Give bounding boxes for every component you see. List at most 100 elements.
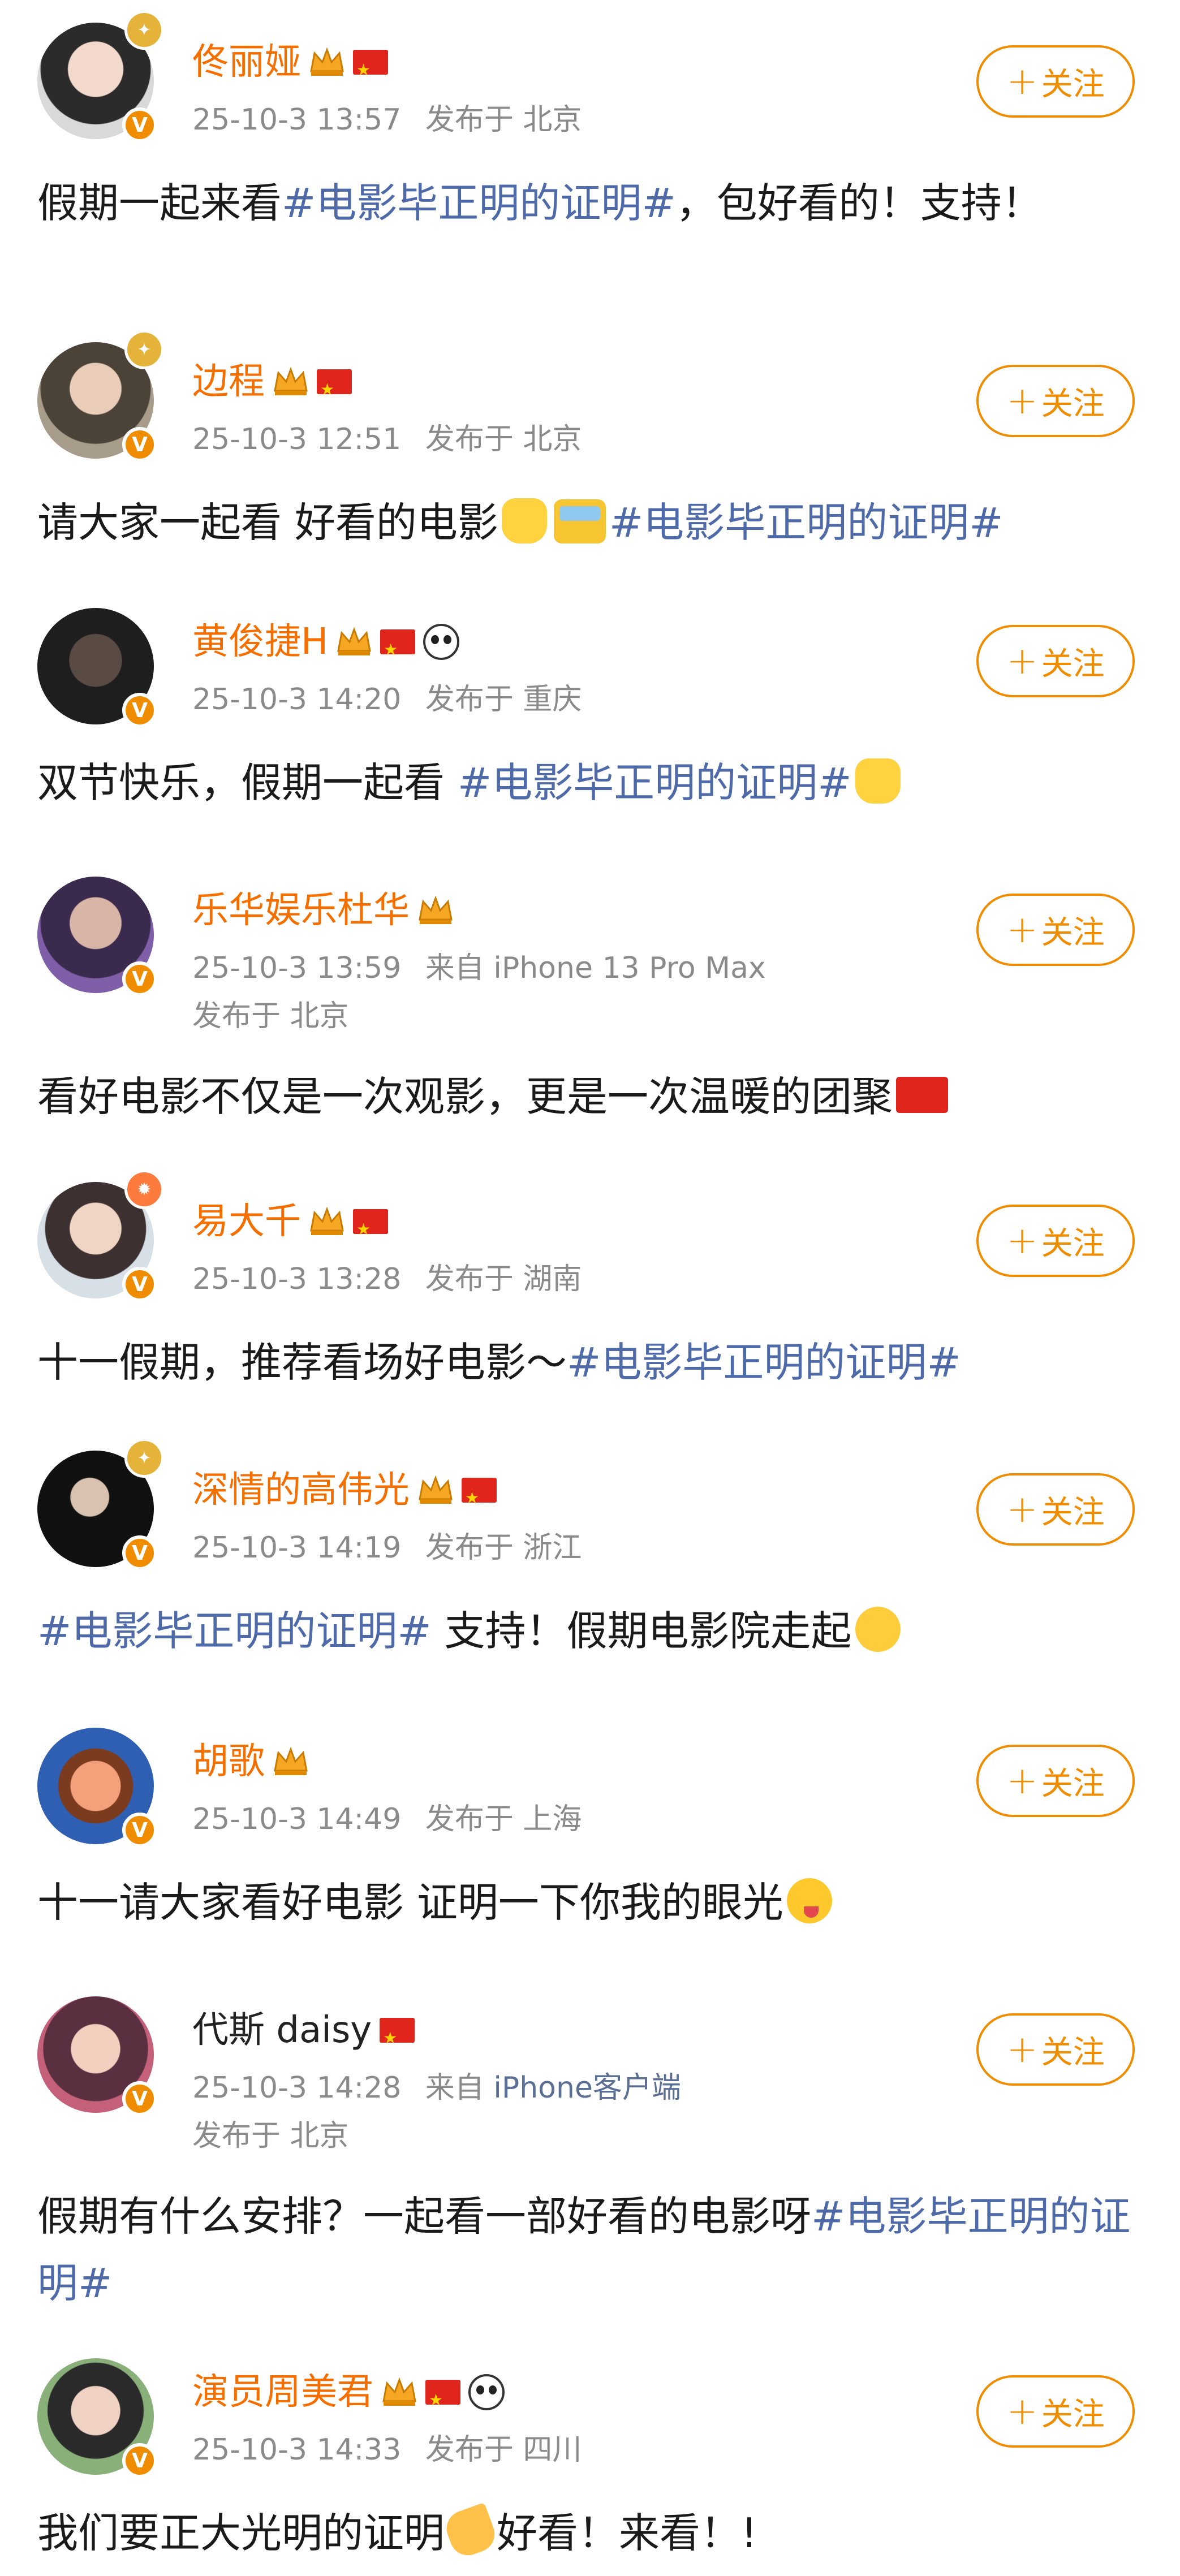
follow-button[interactable]: + 关注 bbox=[976, 1473, 1135, 1546]
post-location: 浙江 bbox=[523, 1531, 582, 1565]
topic-hashtag[interactable]: #电影毕正明的证明# bbox=[567, 1339, 961, 1386]
post-time: 25-10-3 14:20 bbox=[192, 683, 402, 717]
from-prefix: 来自 bbox=[425, 2071, 484, 2105]
username[interactable]: 易大千 bbox=[192, 1199, 301, 1244]
post-time: 25-10-3 13:57 bbox=[192, 103, 402, 137]
crown-icon bbox=[337, 627, 371, 655]
topic-hashtag[interactable]: #电影毕正明的证明# bbox=[458, 759, 852, 806]
username[interactable]: 黄俊捷H bbox=[192, 619, 328, 665]
avatar[interactable]: V bbox=[37, 2358, 157, 2478]
topic-hashtag[interactable]: #电影毕正明的证明# bbox=[609, 499, 1004, 546]
follow-button[interactable]: + 关注 bbox=[976, 45, 1135, 118]
published-prefix: 发布于 bbox=[425, 422, 514, 456]
avatar[interactable]: V bbox=[37, 1728, 157, 1848]
follow-button[interactable]: + 关注 bbox=[976, 2013, 1135, 2086]
post-location: 北京 bbox=[290, 2119, 349, 2153]
post-location: 重庆 bbox=[523, 683, 582, 717]
tongue-out-emoji-icon bbox=[786, 1878, 832, 1923]
username[interactable]: 深情的高伟光 bbox=[192, 1468, 410, 1513]
plus-icon: + bbox=[1006, 1219, 1038, 1262]
verified-icon: V bbox=[122, 693, 157, 728]
crown-icon bbox=[274, 1746, 308, 1775]
follow-button[interactable]: + 关注 bbox=[976, 894, 1135, 966]
plus-icon: + bbox=[1006, 1759, 1038, 1802]
follow-button[interactable]: + 关注 bbox=[976, 1205, 1135, 1277]
panda-icon bbox=[468, 2374, 505, 2410]
username[interactable]: 佟丽娅 bbox=[192, 40, 301, 85]
verified-icon: V bbox=[122, 107, 157, 143]
follow-label: 关注 bbox=[1041, 645, 1105, 683]
avatar[interactable]: V bbox=[37, 608, 157, 728]
username[interactable]: 胡歌 bbox=[192, 1739, 265, 1784]
username[interactable]: 边程 bbox=[192, 359, 265, 404]
post-time: 25-10-3 14:28 bbox=[192, 2071, 402, 2105]
verified-icon: V bbox=[122, 1535, 157, 1570]
avatar-frame-icon: ✹ bbox=[124, 1170, 164, 1209]
post-location: 北京 bbox=[290, 999, 349, 1033]
china-flag-icon bbox=[380, 627, 416, 672]
crown-icon bbox=[310, 47, 344, 76]
avatar-frame-icon: ✦ bbox=[124, 330, 164, 369]
avatar[interactable]: V bbox=[37, 877, 157, 996]
avatar[interactable]: ✦ V bbox=[37, 330, 164, 462]
username[interactable]: 乐华娱乐杜华 bbox=[192, 888, 410, 933]
published-prefix: 发布于 bbox=[425, 1802, 514, 1836]
username[interactable]: 演员周美君 bbox=[192, 2370, 373, 2415]
verified-icon: V bbox=[122, 961, 157, 996]
follow-label: 关注 bbox=[1041, 1225, 1105, 1262]
post-text: 假期一起来看#电影毕正明的证明#，包好看的！支持！ bbox=[37, 179, 1043, 227]
follow-button[interactable]: + 关注 bbox=[976, 1745, 1135, 1817]
china-flag-icon bbox=[380, 2016, 415, 2061]
topic-hashtag[interactable]: #电影毕正明的证明# bbox=[282, 179, 676, 227]
666-emoji-icon bbox=[855, 1607, 901, 1652]
comment-feed: ✦ V 佟丽娅 25-10-3 13:57 发布于 北京 + 关注 假期一起来看… bbox=[0, 0, 1180, 2576]
follow-label: 关注 bbox=[1041, 1494, 1105, 1531]
post-text: #电影毕正明的证明# 支持！假期电影院走起 bbox=[37, 1598, 1143, 1664]
pointing-hand-emoji-icon bbox=[441, 2502, 500, 2561]
from-prefix: 来自 bbox=[425, 951, 484, 985]
published-prefix: 发布于 bbox=[192, 999, 281, 1033]
follow-button[interactable]: + 关注 bbox=[976, 2375, 1135, 2448]
post-time: 25-10-3 14:19 bbox=[192, 1531, 402, 1565]
panda-icon bbox=[423, 624, 460, 660]
verified-icon: V bbox=[122, 2443, 157, 2478]
follow-label: 关注 bbox=[1041, 1765, 1105, 1802]
post-location: 北京 bbox=[523, 103, 582, 137]
plus-icon: + bbox=[1006, 908, 1038, 951]
published-prefix: 发布于 bbox=[425, 1531, 514, 1565]
victory-hand-emoji-icon bbox=[501, 498, 547, 543]
topic-hashtag[interactable]: #电影毕正明的证明# bbox=[37, 1607, 432, 1655]
username[interactable]: 代斯 daisy bbox=[192, 2008, 372, 2053]
published-prefix: 发布于 bbox=[425, 2433, 514, 2467]
post-location: 湖南 bbox=[523, 1262, 582, 1296]
follow-label: 关注 bbox=[1041, 2396, 1105, 2433]
follow-label: 关注 bbox=[1041, 66, 1105, 103]
follow-label: 关注 bbox=[1041, 2034, 1105, 2071]
crown-icon bbox=[419, 1475, 453, 1504]
post-time: 25-10-3 14:49 bbox=[192, 1802, 402, 1836]
plus-icon: + bbox=[1006, 2389, 1038, 2433]
avatar[interactable]: ✦ V bbox=[37, 1438, 164, 1570]
plus-icon: + bbox=[1006, 59, 1038, 103]
post-location: 北京 bbox=[523, 422, 582, 456]
plus-icon: + bbox=[1006, 1487, 1038, 1531]
avatar[interactable]: ✹ V bbox=[37, 1170, 164, 1302]
avatar[interactable]: ✦ V bbox=[37, 10, 164, 143]
post-time: 25-10-3 14:33 bbox=[192, 2433, 402, 2467]
post-device: iPhone 13 Pro Max bbox=[493, 951, 766, 985]
post-device[interactable]: iPhone客户端 bbox=[493, 2071, 681, 2105]
post-time: 25-10-3 12:51 bbox=[192, 422, 402, 456]
follow-label: 关注 bbox=[1041, 385, 1105, 422]
follow-button[interactable]: + 关注 bbox=[976, 365, 1135, 437]
published-prefix: 发布于 bbox=[425, 103, 514, 137]
follow-button[interactable]: + 关注 bbox=[976, 625, 1135, 697]
verified-icon: V bbox=[122, 1267, 157, 1302]
china-flag-emoji-icon bbox=[896, 1077, 949, 1113]
crown-icon bbox=[274, 366, 308, 395]
victory-hand-emoji-icon bbox=[855, 758, 901, 804]
crown-icon bbox=[419, 895, 453, 924]
avatar-frame-icon: ✦ bbox=[124, 1438, 164, 1478]
avatar[interactable]: V bbox=[37, 1996, 157, 2116]
post-text: 请大家一起看 好看的电影 #电影毕正明的证明# bbox=[37, 498, 1004, 546]
post-location: 四川 bbox=[523, 2433, 582, 2467]
